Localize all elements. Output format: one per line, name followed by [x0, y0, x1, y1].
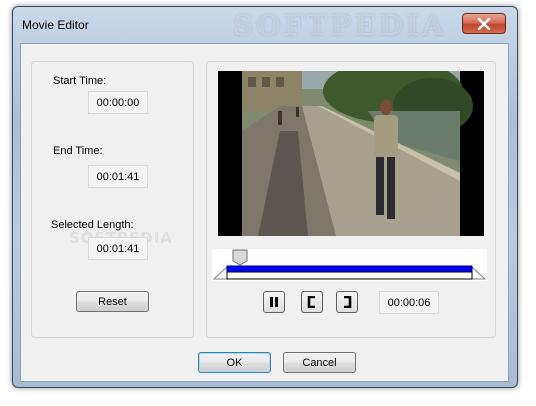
- end-time-field: 00:01:41: [88, 165, 148, 188]
- video-frame-image: [218, 71, 484, 236]
- close-icon: [477, 17, 491, 30]
- movie-editor-window: Movie Editor SOFTPEDIA Start Time: 00:00…: [12, 6, 518, 388]
- mark-in-icon: [307, 296, 315, 308]
- dialog-client-area: Start Time: 00:00:00 End Time: 00:01:41 …: [20, 43, 509, 382]
- slider-thumb-icon[interactable]: [232, 249, 248, 266]
- pause-icon: [270, 297, 278, 307]
- close-button[interactable]: [462, 13, 506, 34]
- mark-out-button[interactable]: [336, 291, 358, 313]
- start-time-label: Start Time:: [53, 75, 107, 87]
- reset-button[interactable]: Reset: [76, 291, 149, 312]
- softpedia-watermark: SOFTPEDIA: [233, 9, 447, 42]
- mark-in-button[interactable]: [301, 291, 323, 313]
- title-bar[interactable]: Movie Editor SOFTPEDIA: [13, 7, 517, 42]
- mark-out-icon: [344, 296, 352, 308]
- selected-length-field: 00:01:41: [88, 237, 148, 260]
- cancel-button[interactable]: Cancel: [283, 352, 356, 373]
- end-time-label: End Time:: [53, 145, 103, 157]
- video-preview: [218, 71, 484, 236]
- current-time-field: 00:00:06: [379, 291, 439, 314]
- start-time-field: 00:00:00: [88, 91, 148, 114]
- timeline-slider[interactable]: [212, 249, 487, 281]
- time-info-panel: Start Time: 00:00:00 End Time: 00:01:41 …: [31, 61, 194, 338]
- player-panel: 00:00:06: [206, 61, 496, 338]
- timeline-track: [212, 249, 487, 280]
- window-title: Movie Editor: [22, 18, 89, 32]
- pause-button[interactable]: [263, 291, 285, 313]
- ok-button[interactable]: OK: [198, 352, 271, 373]
